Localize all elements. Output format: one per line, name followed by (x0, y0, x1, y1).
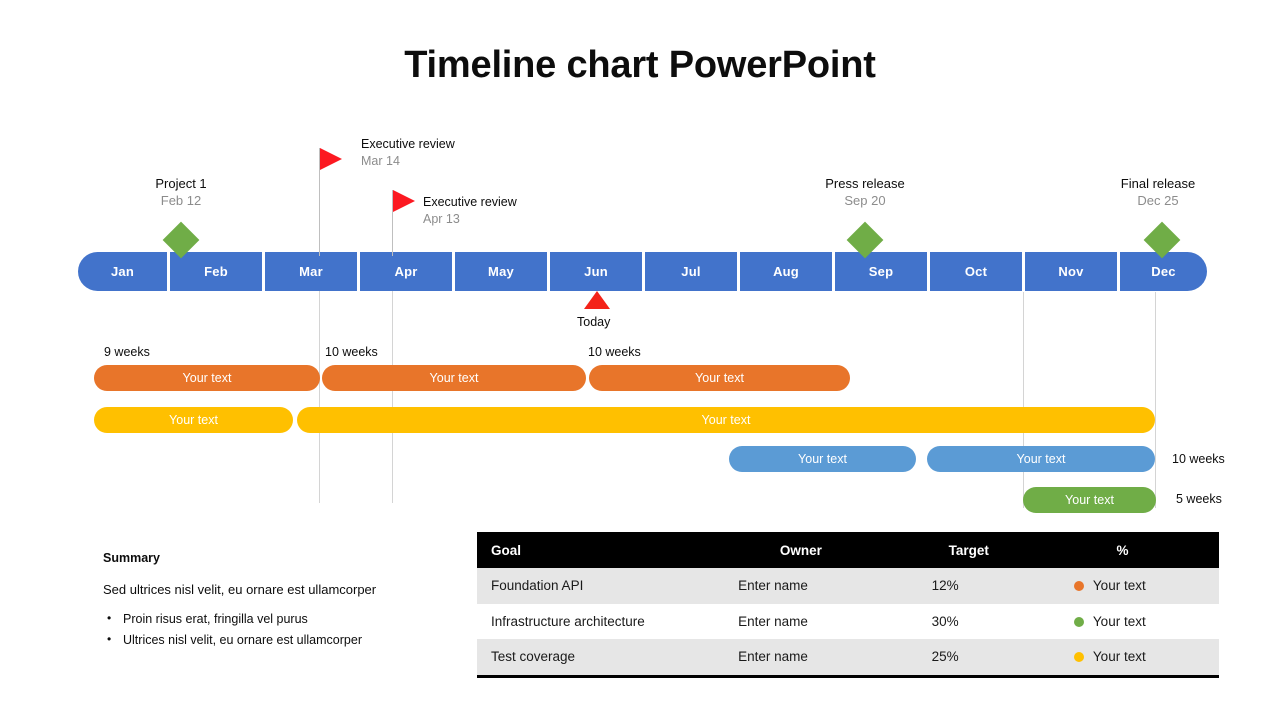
cell-percent: Your text (1045, 603, 1219, 639)
duration-label-orange-2: 10 weeks (325, 345, 378, 359)
task-bar-green-1[interactable]: Your text (1023, 487, 1156, 513)
cell-owner: Enter name (726, 603, 916, 639)
cell-goal: Infrastructure architecture (477, 603, 727, 639)
month-dec[interactable]: Dec (1120, 252, 1207, 291)
status-dot-icon (1073, 581, 1084, 592)
flag-label-mar: Executive review Mar 14 (361, 136, 455, 170)
table-bottom-rule (477, 675, 1219, 678)
task-bar-orange-1[interactable]: Your text (94, 365, 320, 391)
milestone-date: Sep 20 (844, 193, 886, 208)
flag-label-apr: Executive review Apr 13 (423, 194, 517, 228)
flag-date: Apr 13 (423, 212, 460, 226)
milestone-name: Project 1 (155, 176, 207, 191)
task-bar-orange-2[interactable]: Your text (322, 365, 586, 391)
flag-icon-apr[interactable] (393, 190, 415, 212)
cell-percent-label: Your text (1092, 613, 1146, 629)
list-item: Proin risus erat, fringilla vel purus (103, 608, 443, 630)
column-header-target[interactable]: Target (915, 532, 1046, 568)
month-mar[interactable]: Mar (265, 252, 357, 291)
flag-date: Mar 14 (361, 154, 400, 168)
task-bar-orange-3[interactable]: Your text (589, 365, 850, 391)
cell-percent: Your text (1045, 639, 1219, 675)
duration-label-green: 5 weeks (1176, 492, 1222, 506)
table-row[interactable]: Foundation API Enter name 12% Your text (477, 568, 1219, 604)
gridline-oct (1023, 292, 1024, 508)
status-dot-icon (1073, 652, 1084, 663)
cell-target: 30% (915, 603, 1046, 639)
column-header-goal[interactable]: Goal (477, 532, 727, 568)
table-row[interactable]: Test coverage Enter name 25% Your text (477, 639, 1219, 675)
milestone-date: Dec 25 (1137, 193, 1179, 208)
month-apr[interactable]: Apr (360, 252, 452, 291)
table-row[interactable]: Infrastructure architecture Enter name 3… (477, 603, 1219, 639)
month-jan[interactable]: Jan (78, 252, 167, 291)
cell-percent-label: Your text (1092, 649, 1146, 665)
month-sep[interactable]: Sep (835, 252, 927, 291)
month-oct[interactable]: Oct (930, 252, 1022, 291)
duration-label-blue: 10 weeks (1172, 452, 1225, 466)
summary-heading: Summary (103, 551, 160, 565)
task-bar-blue-1[interactable]: Your text (729, 446, 916, 472)
cell-goal: Foundation API (477, 568, 727, 604)
cell-goal: Test coverage (477, 639, 727, 675)
cell-target: 25% (915, 639, 1046, 675)
month-axis: Jan Feb Mar Apr May Jun Jul Aug Sep Oct … (78, 252, 1207, 291)
slide-canvas: Timeline chart PowerPoint Jan Feb Mar Ap… (0, 0, 1280, 720)
month-nov[interactable]: Nov (1025, 252, 1117, 291)
summary-intro: Sed ultrices nisl velit, eu ornare est u… (103, 582, 377, 597)
today-label: Today (577, 315, 611, 329)
today-marker-icon[interactable] (584, 291, 610, 309)
month-aug[interactable]: Aug (740, 252, 832, 291)
month-feb[interactable]: Feb (170, 252, 262, 291)
page-title: Timeline chart PowerPoint (404, 44, 876, 86)
milestone-date: Feb 12 (160, 193, 202, 208)
duration-label-orange-1: 9 weeks (104, 345, 150, 359)
milestone-name: Press release (825, 176, 905, 191)
status-dot-icon (1073, 616, 1084, 627)
cell-target: 12% (915, 568, 1046, 604)
task-bar-yellow-2[interactable]: Your text (297, 407, 1155, 433)
summary-bullet-list: Proin risus erat, fringilla vel purus Ul… (103, 608, 443, 651)
goals-table: Goal Owner Target % Foundation API Enter… (477, 532, 1219, 675)
milestone-name: Final release (1120, 176, 1196, 191)
milestone-label-press-release: Press release Sep 20 (765, 176, 965, 209)
flag-name: Executive review (423, 195, 517, 209)
summary-block: Summary Sed ultrices nisl velit, eu orna… (103, 551, 443, 651)
task-bar-yellow-1[interactable]: Your text (94, 407, 293, 433)
flag-name: Executive review (361, 137, 455, 151)
cell-owner: Enter name (726, 568, 916, 604)
cell-percent-label: Your text (1092, 578, 1146, 594)
task-bar-blue-2[interactable]: Your text (927, 446, 1155, 472)
month-jul[interactable]: Jul (645, 252, 737, 291)
duration-label-orange-3: 10 weeks (588, 345, 641, 359)
cell-owner: Enter name (726, 639, 916, 675)
gridline-dec (1155, 292, 1156, 508)
month-jun[interactable]: Jun (550, 252, 642, 291)
milestone-label-project-1: Project 1 Feb 12 (81, 176, 281, 209)
flag-icon-mar[interactable] (320, 148, 342, 170)
column-header-owner[interactable]: Owner (726, 532, 916, 568)
month-may[interactable]: May (455, 252, 547, 291)
column-header-percent[interactable]: % (1045, 532, 1219, 568)
table-header-row: Goal Owner Target % (477, 532, 1219, 568)
list-item: Ultrices nisl velit, eu ornare est ullam… (103, 629, 443, 651)
cell-percent: Your text (1045, 568, 1219, 604)
milestone-label-final-release: Final release Dec 25 (1058, 176, 1258, 209)
